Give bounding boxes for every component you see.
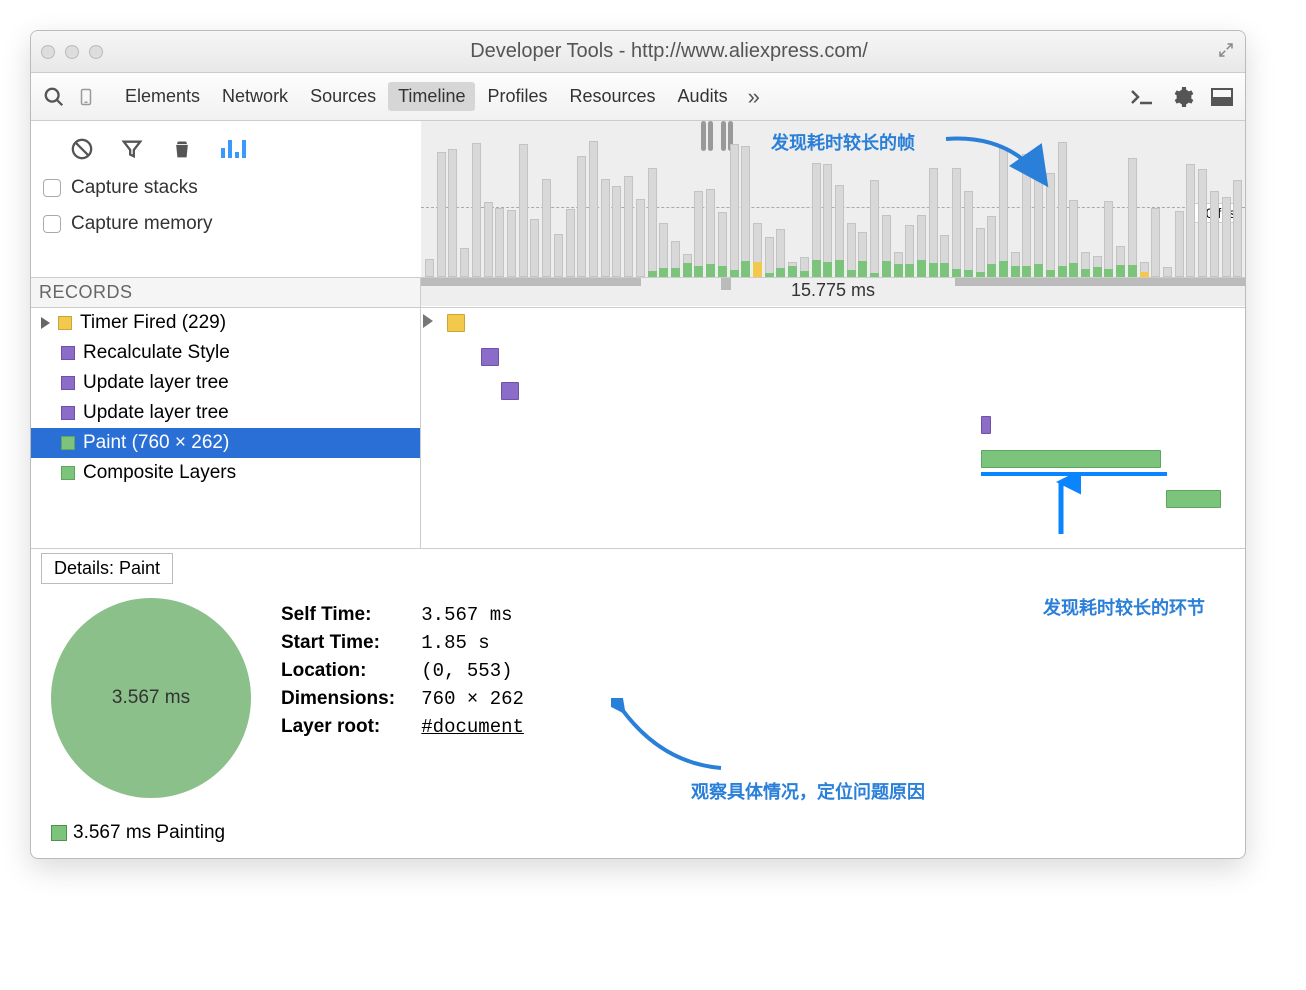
- timeline-controls-row: Capture stacks Capture memory 30 fps 发现耗…: [31, 121, 1245, 278]
- overview-chart[interactable]: 30 fps 发现耗时较长的帧: [421, 121, 1245, 277]
- tab-sources[interactable]: Sources: [300, 82, 386, 111]
- minimize-window-icon[interactable]: [65, 45, 79, 59]
- layout-icon: [61, 346, 75, 360]
- capture-memory-checkbox[interactable]: Capture memory: [43, 213, 409, 235]
- records-list: Timer Fired (229) Recalculate Style Upda…: [31, 308, 421, 548]
- flame-chart[interactable]: [421, 308, 1245, 548]
- records-header: RECORDS: [31, 278, 421, 307]
- flame-body: Timer Fired (229) Recalculate Style Upda…: [31, 308, 1245, 549]
- device-icon[interactable]: [73, 84, 99, 110]
- record-composite-layers[interactable]: Composite Layers: [31, 458, 420, 488]
- layout-icon: [61, 376, 75, 390]
- tab-resources[interactable]: Resources: [560, 82, 666, 111]
- pie-chart: 3.567 ms: [51, 598, 251, 798]
- tab-timeline[interactable]: Timeline: [388, 82, 475, 111]
- traffic-lights: [41, 45, 103, 59]
- dock-icon[interactable]: [1209, 84, 1235, 110]
- window-title: Developer Tools - http://www.aliexpress.…: [103, 40, 1235, 63]
- painting-swatch: [51, 825, 67, 841]
- paint-bar[interactable]: [981, 450, 1161, 468]
- annotation-details: 观察具体情况，定位问题原因: [691, 778, 925, 804]
- tab-elements[interactable]: Elements: [115, 82, 210, 111]
- pie-legend: 3.567 ms Painting: [31, 818, 1245, 858]
- expand-icon[interactable]: [1217, 41, 1235, 59]
- paint-icon: [61, 466, 75, 480]
- paint-icon: [61, 436, 75, 450]
- annotation-long-frames: 发现耗时较长的帧: [771, 129, 915, 155]
- play-icon[interactable]: [423, 314, 433, 328]
- details-properties: Self Time: 3.567 ms Start Time: 1.85 s L…: [281, 598, 524, 744]
- clear-icon[interactable]: [71, 138, 93, 160]
- tab-network[interactable]: Network: [212, 82, 298, 111]
- time-ruler[interactable]: 15.775 ms: [421, 278, 1245, 306]
- layer-root-link[interactable]: #document: [421, 716, 524, 738]
- main-toolbar: Elements Network Sources Timeline Profil…: [31, 73, 1245, 121]
- records-header-row: RECORDS 15.775 ms: [31, 278, 1245, 308]
- record-timer-fired[interactable]: Timer Fired (229): [31, 308, 420, 338]
- capture-stacks-checkbox[interactable]: Capture stacks: [43, 177, 409, 199]
- overflow-icon[interactable]: »: [748, 84, 760, 110]
- frames-view-icon[interactable]: [221, 140, 246, 158]
- record-recalculate-style[interactable]: Recalculate Style: [31, 338, 420, 368]
- ruler-time: 15.775 ms: [421, 280, 1245, 301]
- record-update-layer-tree-2[interactable]: Update layer tree: [31, 398, 420, 428]
- range-handle-left[interactable]: [701, 121, 713, 151]
- capture-options: Capture stacks Capture memory: [31, 121, 421, 259]
- gear-icon[interactable]: [1169, 84, 1195, 110]
- console-toggle-icon[interactable]: [1129, 84, 1155, 110]
- filter-icon[interactable]: [121, 138, 143, 160]
- title-bar: Developer Tools - http://www.aliexpress.…: [31, 31, 1245, 73]
- record-paint[interactable]: Paint (760 × 262): [31, 428, 420, 458]
- tab-audits[interactable]: Audits: [668, 82, 738, 111]
- details-panel: Details: Paint 3.567 ms Self Time: 3.567…: [31, 549, 1245, 858]
- search-icon[interactable]: [41, 84, 67, 110]
- layout-icon: [61, 406, 75, 420]
- trash-icon[interactable]: [171, 138, 193, 160]
- panel-tabs: Elements Network Sources Timeline Profil…: [115, 82, 738, 111]
- timer-icon: [58, 316, 72, 330]
- chevron-right-icon[interactable]: [41, 317, 50, 329]
- details-tab[interactable]: Details: Paint: [41, 553, 173, 584]
- devtools-window: Developer Tools - http://www.aliexpress.…: [30, 30, 1246, 859]
- tab-profiles[interactable]: Profiles: [477, 82, 557, 111]
- maximize-window-icon[interactable]: [89, 45, 103, 59]
- record-update-layer-tree-1[interactable]: Update layer tree: [31, 368, 420, 398]
- close-window-icon[interactable]: [41, 45, 55, 59]
